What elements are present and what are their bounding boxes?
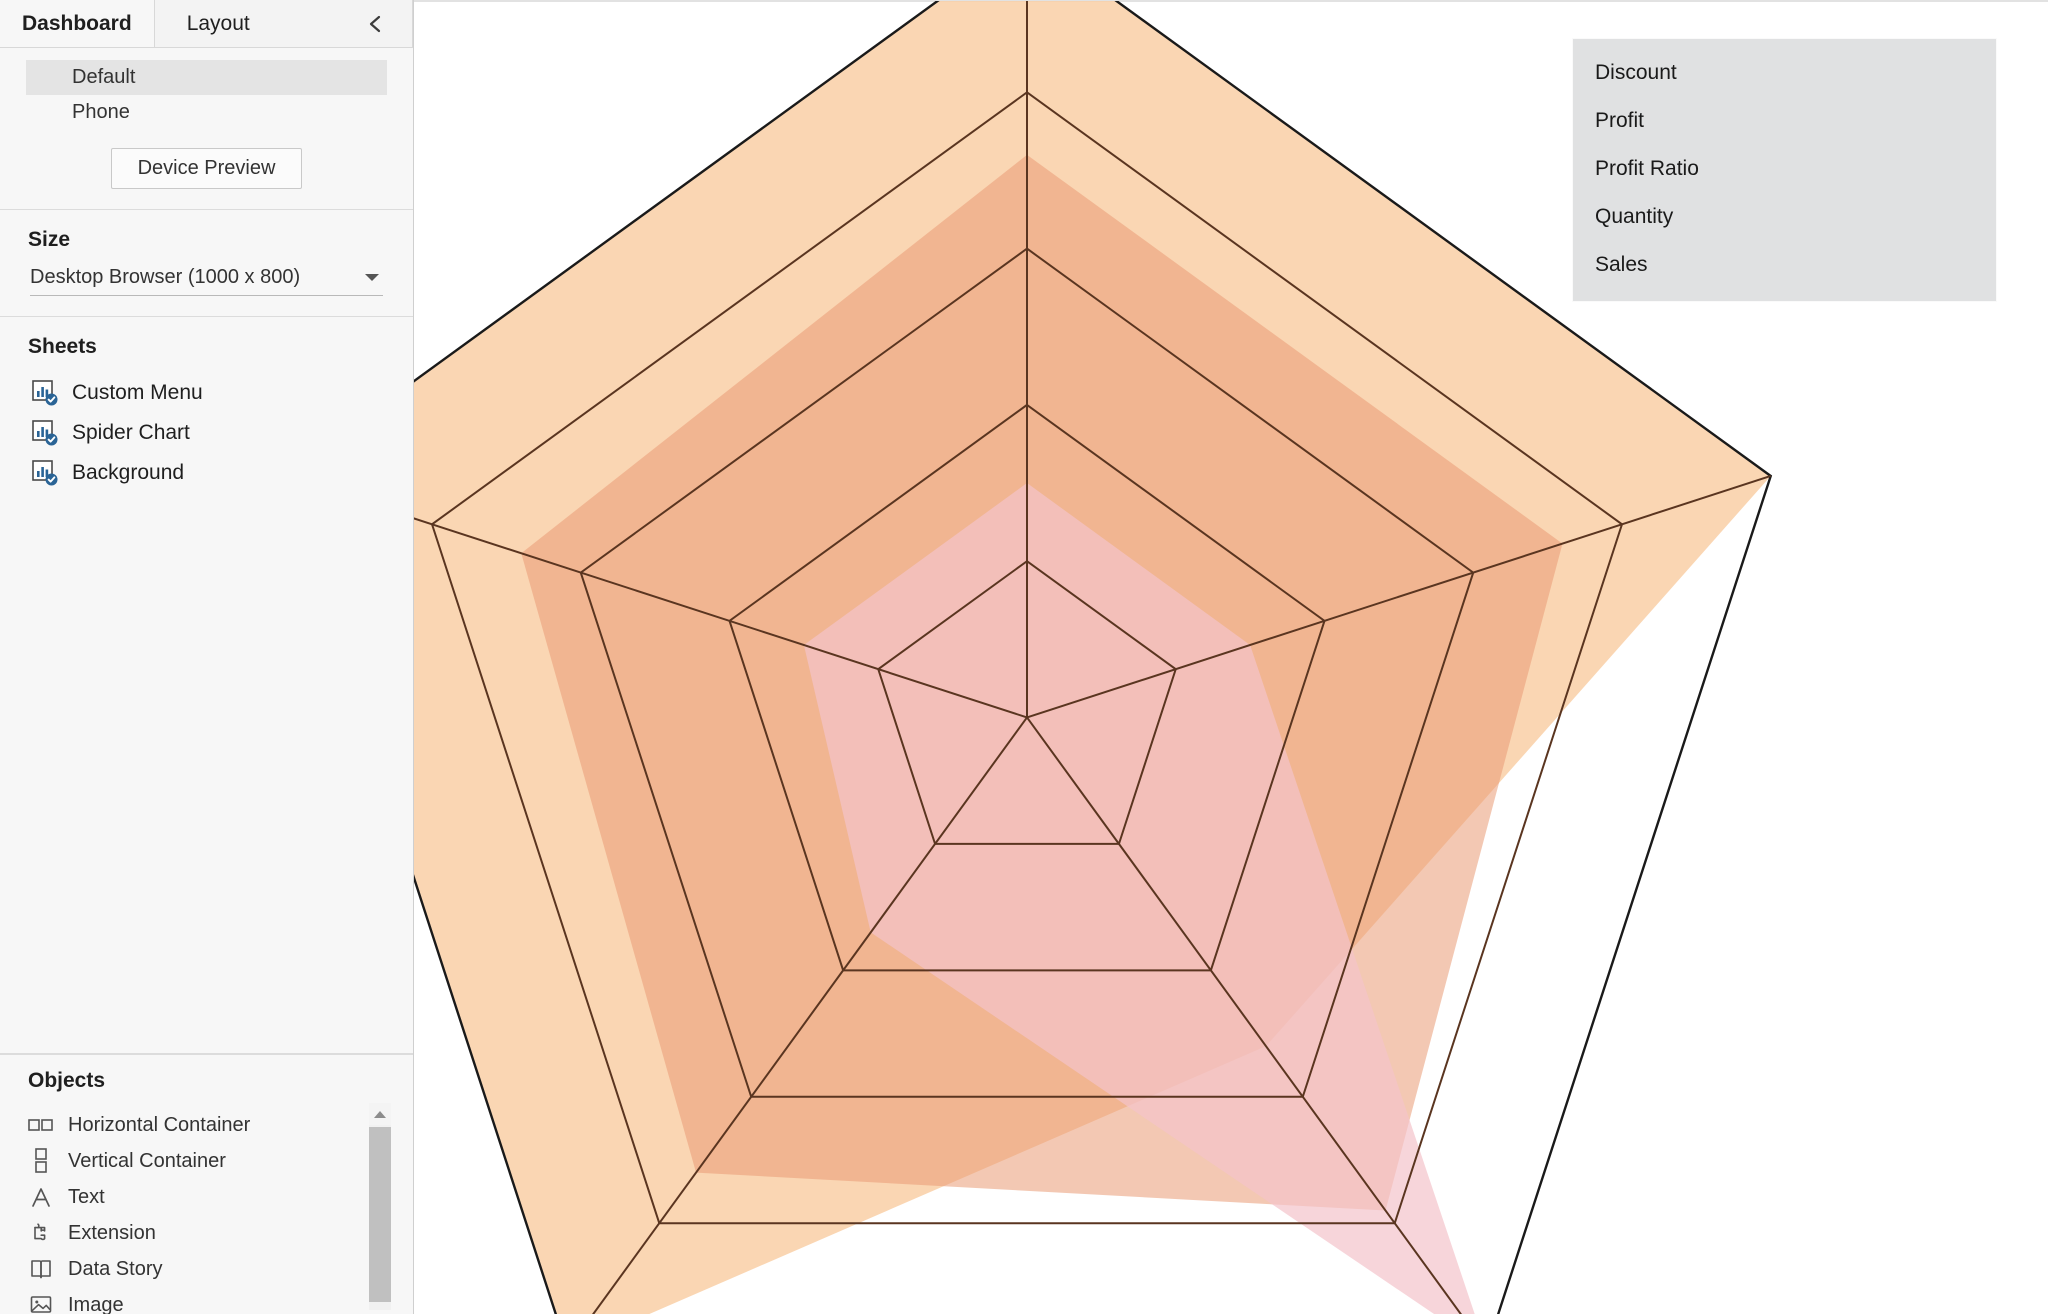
menu-item-sales[interactable]: Sales — [1573, 241, 1996, 289]
objects-section: Objects Horizontal Container Vertical Co… — [0, 1054, 413, 1314]
tab-layout-label: Layout — [186, 11, 250, 35]
text-icon — [26, 1183, 56, 1211]
worksheet-icon — [30, 418, 60, 448]
size-section: Size Desktop Browser (1000 x 800) — [0, 210, 413, 317]
object-item-data-story-label: Data Story — [68, 1257, 163, 1280]
size-section-title: Size — [28, 228, 71, 251]
object-item-image[interactable]: Image — [0, 1287, 413, 1314]
sheet-item-spider-chart-label: Spider Chart — [72, 421, 190, 444]
object-item-data-story[interactable]: Data Story — [0, 1251, 413, 1287]
device-layout-section: Default Phone Device Preview — [0, 48, 413, 210]
chevron-down-icon[interactable] — [365, 274, 379, 281]
worksheet-icon — [30, 458, 60, 488]
size-dropdown[interactable]: Desktop Browser (1000 x 800) — [30, 266, 383, 296]
object-item-horizontal-container-label: Horizontal Container — [68, 1113, 251, 1136]
device-preview-button[interactable]: Device Preview — [110, 148, 303, 189]
object-item-extension[interactable]: Extension — [0, 1215, 413, 1251]
horizontal-container-icon — [26, 1111, 56, 1139]
dashboard-canvas: Discount Profit Profit Ratio Quantity Sa… — [414, 0, 2048, 1314]
vertical-container-icon — [26, 1147, 56, 1175]
sheet-item-background[interactable]: Background — [0, 453, 413, 493]
custom-menu-panel: Discount Profit Profit Ratio Quantity Sa… — [1573, 39, 1996, 301]
device-item-default[interactable]: Default — [26, 60, 387, 95]
radar-series-group — [414, 1, 1771, 1314]
device-item-phone[interactable]: Phone — [26, 95, 387, 130]
sheets-section-title: Sheets — [28, 335, 97, 358]
sidebar-tabstrip: Dashboard Layout — [0, 0, 413, 48]
tableau-dashboard-window: Dashboard Layout Default Phone Device Pr… — [0, 0, 2048, 1314]
device-item-default-label: Default — [72, 66, 136, 88]
data-story-book-icon — [26, 1255, 56, 1283]
objects-scrollbar[interactable] — [369, 1103, 391, 1310]
extension-puzzle-icon — [26, 1219, 56, 1247]
object-item-text[interactable]: Text — [0, 1179, 413, 1215]
sheet-item-custom-menu[interactable]: Custom Menu — [0, 373, 413, 413]
sheet-item-spider-chart[interactable]: Spider Chart — [0, 413, 413, 453]
worksheet-icon — [30, 378, 60, 408]
menu-item-discount[interactable]: Discount — [1573, 49, 1996, 97]
menu-item-profit[interactable]: Profit — [1573, 97, 1996, 145]
sheet-item-custom-menu-label: Custom Menu — [72, 381, 203, 404]
object-item-image-label: Image — [68, 1293, 124, 1314]
object-item-vertical-container-label: Vertical Container — [68, 1149, 226, 1172]
triangle-up-icon[interactable] — [369, 1103, 391, 1125]
tab-layout[interactable]: Layout — [153, 0, 413, 48]
object-item-text-label: Text — [68, 1185, 105, 1208]
device-preview-row: Device Preview — [0, 148, 413, 189]
device-item-phone-label: Phone — [72, 101, 130, 123]
sheet-item-background-label: Background — [72, 461, 185, 484]
object-item-extension-label: Extension — [68, 1221, 156, 1244]
objects-section-title: Objects — [28, 1069, 106, 1092]
object-item-vertical-container[interactable]: Vertical Container — [0, 1143, 413, 1179]
objects-scrollbar-thumb[interactable] — [369, 1127, 391, 1302]
dashboard-sidebar: Dashboard Layout Default Phone Device Pr… — [0, 0, 414, 1314]
size-dropdown-value: Desktop Browser (1000 x 800) — [30, 266, 301, 288]
chevron-left-icon[interactable] — [364, 13, 386, 35]
menu-item-profit-ratio[interactable]: Profit Ratio — [1573, 145, 1996, 193]
tab-dashboard-label: Dashboard — [22, 11, 132, 35]
image-icon — [26, 1291, 56, 1314]
tab-dashboard[interactable]: Dashboard — [0, 0, 154, 47]
menu-item-quantity[interactable]: Quantity — [1573, 193, 1996, 241]
object-item-horizontal-container[interactable]: Horizontal Container — [0, 1107, 413, 1143]
sheets-section: Sheets Custom Menu Spider Chart Backgrou… — [0, 317, 413, 1054]
